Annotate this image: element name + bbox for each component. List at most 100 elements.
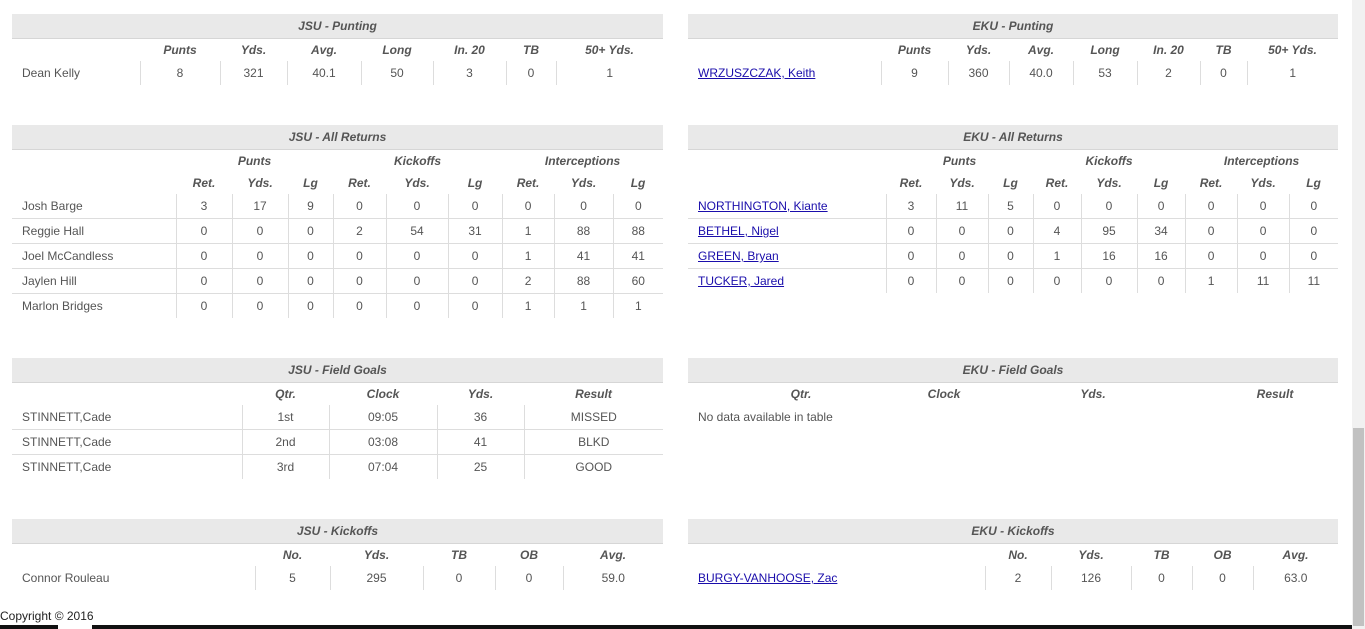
stat-cell: 11 <box>935 194 988 219</box>
column-header: Yds. <box>247 176 273 190</box>
stat-cell: 0 <box>332 268 387 294</box>
stat-cell: 0 <box>987 243 1034 269</box>
player-cell: Jaylen Hill <box>12 268 176 294</box>
column-header: Lg <box>467 176 483 190</box>
table-row: Josh Barge 3 17 9 0 0 0 0 0 0 <box>12 194 664 219</box>
stat-cell: 0 <box>231 243 288 269</box>
stat-cell: 1 <box>1246 61 1338 85</box>
column-header: Avg. <box>1282 548 1309 562</box>
group-header: Interceptions <box>1223 154 1300 168</box>
stat-cell: 0 <box>287 268 334 294</box>
group-header: Kickoffs <box>393 154 442 168</box>
column-header: Ret. <box>348 176 371 190</box>
stat-cell: 0 <box>885 243 936 269</box>
stat-cell: 0 <box>1288 194 1339 219</box>
jsu-returns-body: Josh Barge 3 17 9 0 0 0 0 0 0 Reggie Hall 0 0 0 2 54 31 1… <box>12 194 664 318</box>
stat-cell: 2 <box>501 268 555 294</box>
stat-cell: 41 <box>436 429 524 455</box>
column-header <box>688 172 886 194</box>
stat-cell: 0 <box>332 293 387 318</box>
player-link[interactable]: TUCKER, Jared <box>698 274 784 288</box>
stat-cell: 0 <box>1191 566 1253 590</box>
stat-cell: 25 <box>436 454 524 479</box>
column-header: Punts <box>163 43 197 57</box>
table-row: Joel McCandless 0 0 0 0 0 0 1 41 41 <box>12 243 664 269</box>
stat-cell: 9 <box>287 194 334 219</box>
table-row: GREEN, Bryan 0 0 0 1 16 16 0 0 0 <box>688 243 1339 269</box>
stat-cell: 1 <box>612 293 664 318</box>
player-cell: WRZUSZCZAK, Keith <box>688 61 881 85</box>
eku-kickoffs-table: No. Yds. TB OB Avg. BURGY-VANHOOSE, Zac 2… <box>688 544 1338 590</box>
stat-cell: 0 <box>385 268 449 294</box>
stat-cell: 0 <box>287 243 334 269</box>
jsu-kickoffs-body: Connor Rouleau 5 295 0 0 59.0 <box>12 566 663 590</box>
eku-kickoffs-title: EKU - Kickoffs <box>688 519 1338 544</box>
stat-cell: 53 <box>1072 61 1137 85</box>
stat-cell: 88 <box>553 268 614 294</box>
column-header <box>12 383 242 405</box>
stat-cell: 17 <box>231 194 288 219</box>
table-row: WRZUSZCZAK, Keith 9 360 40.0 53 2 0 1 <box>688 61 1338 85</box>
player-link[interactable]: WRZUSZCZAK, Keith <box>698 66 815 80</box>
column-header: Ret. <box>516 176 540 190</box>
player-link[interactable]: BETHEL, Nigel <box>698 224 779 238</box>
stat-cell: 11 <box>1236 268 1290 293</box>
player-cell: Josh Barge <box>12 194 176 219</box>
column-header: 50+ Yds. <box>1268 43 1317 57</box>
column-header: Yds. <box>965 43 992 57</box>
stat-cell: 0 <box>447 293 503 318</box>
stat-cell: 59.0 <box>562 566 663 590</box>
column-header: Result <box>575 387 612 401</box>
column-header: Avg. <box>310 43 337 57</box>
group-header: Punts <box>237 154 272 168</box>
table-header-row: Ret. Yds. Lg Ret. Yds. Lg Ret. Yds. Lg <box>688 172 1338 194</box>
eku-punting-section: EKU - Punting Punts Yds. Avg. Long In. 2… <box>688 14 1338 85</box>
group-header: Punts <box>942 154 977 168</box>
table-row: STINNETT,Cade 3rd 07:04 25 GOOD <box>12 454 663 479</box>
eku-kickoffs-body: BURGY-VANHOOSE, Zac 2 126 0 0 63.0 <box>688 566 1338 590</box>
stat-cell: 1 <box>1184 268 1238 293</box>
stat-cell: 50 <box>360 61 433 85</box>
player-link[interactable]: GREEN, Bryan <box>698 249 779 263</box>
stat-cell: 0 <box>385 243 449 269</box>
bottom-bar <box>0 625 1352 629</box>
group-header: Interceptions <box>544 154 621 168</box>
stat-cell: 36 <box>436 405 524 430</box>
column-header: Ret. <box>1199 176 1223 190</box>
column-header: Lg <box>303 176 318 190</box>
scrollbar-thumb[interactable] <box>1353 428 1364 626</box>
stat-cell: 0 <box>1136 194 1186 219</box>
stat-cell: 88 <box>553 218 614 244</box>
player-link[interactable]: NORTHINGTON, Kiante <box>698 199 828 213</box>
stat-cell: 2 <box>984 566 1051 590</box>
stat-cell: 0 <box>1236 218 1290 244</box>
stat-cell: 5 <box>254 566 330 590</box>
player-cell: BETHEL, Nigel <box>688 218 886 244</box>
stat-cell: 295 <box>329 566 423 590</box>
column-header: Yds. <box>1080 387 1106 401</box>
eku-returns-table: Punts Kickoffs Interceptions Ret. Yds. L… <box>688 150 1339 293</box>
column-header: Lg <box>1003 176 1018 190</box>
column-header: In. 20 <box>1153 43 1184 57</box>
jsu-fieldgoals-table: Qtr. Clock Yds. Result STINNETT,Cade 1st 0… <box>12 383 663 479</box>
player-cell: STINNETT,Cade <box>22 460 112 474</box>
stat-cell: 8 <box>139 61 220 85</box>
table-header-row: Punts Yds. Avg. Long In. 20 TB 50+ Yds. <box>688 39 1338 61</box>
stat-cell: 4 <box>1032 218 1082 244</box>
stat-cell: 09:05 <box>328 405 437 430</box>
column-header: Punts <box>897 43 932 57</box>
eku-returns-title: EKU - All Returns <box>688 125 1338 150</box>
eku-returns-section: EKU - All Returns Punts Kickoffs Interce… <box>688 125 1339 293</box>
stat-cell: 0 <box>935 268 988 293</box>
stat-cell: BLKD <box>523 429 663 455</box>
column-header: No. <box>282 548 303 562</box>
column-header: Yds. <box>1250 176 1276 190</box>
stat-cell: 0 <box>447 268 503 294</box>
empty-table-message: No data available in table <box>698 410 833 424</box>
player-cell: BURGY-VANHOOSE, Zac <box>688 566 985 590</box>
jsu-fieldgoals-section: JSU - Field Goals Qtr. Clock Yds. Result… <box>12 358 663 479</box>
column-header: Yds. <box>467 387 494 401</box>
column-header <box>12 150 176 172</box>
stat-cell: 321 <box>219 61 287 85</box>
player-link[interactable]: BURGY-VANHOOSE, Zac <box>698 571 837 585</box>
